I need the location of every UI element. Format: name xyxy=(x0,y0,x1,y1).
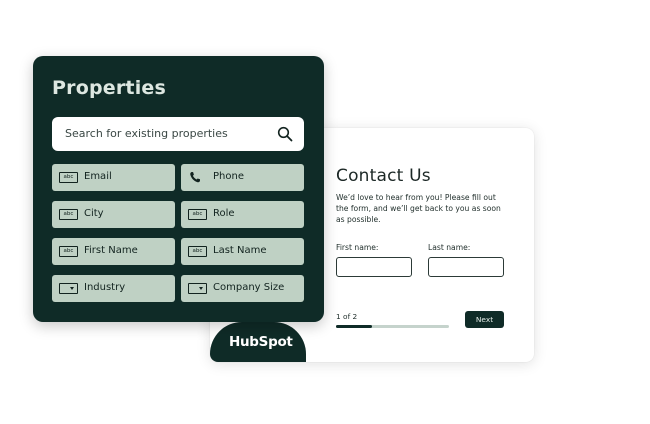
first-name-label: First name: xyxy=(336,243,379,252)
form-title: Contact Us xyxy=(336,166,431,186)
text-field-icon: abc xyxy=(59,209,78,220)
property-label: Role xyxy=(213,208,235,219)
last-name-label: Last name: xyxy=(428,243,471,252)
dropdown-icon xyxy=(59,283,78,294)
last-name-input[interactable] xyxy=(428,257,504,277)
property-company-size-button[interactable]: Company Size xyxy=(181,275,304,302)
next-button[interactable]: Next xyxy=(465,311,504,328)
property-label: Company Size xyxy=(213,282,285,293)
text-field-icon: abc xyxy=(59,246,78,257)
brand-tab: HubSpot xyxy=(210,322,306,362)
property-industry-button[interactable]: Industry xyxy=(52,275,175,302)
property-label: Industry xyxy=(84,282,126,293)
property-label: Last Name xyxy=(213,245,267,256)
property-city-button[interactable]: abc City xyxy=(52,201,175,228)
phone-icon xyxy=(190,172,200,183)
search-icon[interactable] xyxy=(277,126,293,142)
form-description: We’d love to hear from you! Please fill … xyxy=(336,193,501,224)
hubspot-logo: HubSpot xyxy=(229,334,293,350)
text-field-icon: abc xyxy=(188,209,207,220)
property-label: Phone xyxy=(213,171,244,182)
property-label: Email xyxy=(84,171,112,182)
properties-panel: Properties Search for existing propertie… xyxy=(33,56,324,322)
property-email-button[interactable]: abc Email xyxy=(52,164,175,191)
property-label: First Name xyxy=(84,245,138,256)
progress-bar xyxy=(336,325,449,328)
property-last-name-button[interactable]: abc Last Name xyxy=(181,238,304,265)
properties-title: Properties xyxy=(52,77,166,99)
progress-bar-fill xyxy=(336,325,373,328)
first-name-input[interactable] xyxy=(336,257,412,277)
search-placeholder: Search for existing properties xyxy=(65,127,228,140)
property-label: City xyxy=(84,208,104,219)
text-field-icon: abc xyxy=(188,246,207,257)
property-role-button[interactable]: abc Role xyxy=(181,201,304,228)
page-indicator: 1 of 2 xyxy=(336,312,358,321)
property-first-name-button[interactable]: abc First Name xyxy=(52,238,175,265)
text-field-icon: abc xyxy=(59,172,78,183)
property-phone-button[interactable]: Phone xyxy=(181,164,304,191)
dropdown-icon xyxy=(188,283,207,294)
search-input[interactable]: Search for existing properties xyxy=(52,117,304,151)
